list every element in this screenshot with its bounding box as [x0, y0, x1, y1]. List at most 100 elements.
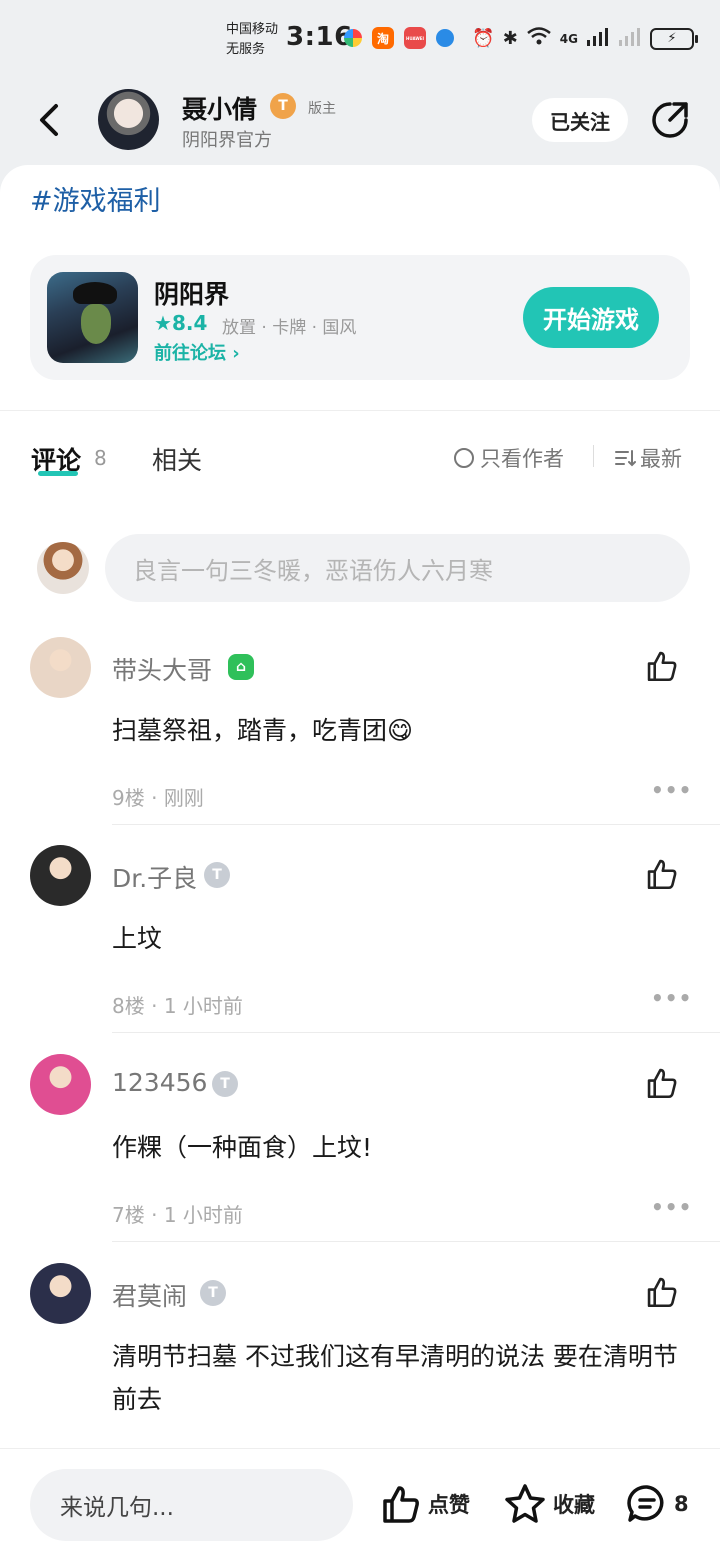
share-button[interactable] [650, 100, 690, 140]
comment-meta: 8楼 · 1 小时前 [112, 990, 243, 1019]
comment-like-button[interactable] [645, 1275, 679, 1309]
meta-separator: · [151, 994, 158, 1018]
carrier-info: 中国移动 无服务 [226, 20, 278, 60]
floor-number: 8楼 [112, 994, 145, 1018]
status-bar: 中国移动 无服务 3:16 淘 HUAWEI ⏰ ✱ 4G ⚡ [0, 0, 720, 80]
commenter-avatar[interactable] [30, 845, 91, 906]
meta-separator: · [151, 1203, 158, 1227]
forum-link-label: 前往论坛 [154, 343, 226, 364]
comments-button[interactable]: 8 [626, 1483, 689, 1525]
radio-circle-icon [454, 448, 474, 468]
bluetooth-icon: ✱ [502, 28, 518, 49]
floor-number: 9楼 [112, 786, 145, 810]
only-author-label: 只看作者 [480, 447, 564, 471]
huawei-app-icon: HUAWEI [404, 27, 426, 49]
thumbs-up-icon [383, 1486, 419, 1523]
thumbs-up-icon [647, 651, 677, 682]
author-avatar[interactable] [98, 89, 159, 150]
game-card[interactable]: 阴阳界 ★8.4 放置 · 卡牌 · 国风 前往论坛 › 开始游戏 [30, 255, 690, 380]
comment-time: 1 小时前 [163, 994, 243, 1018]
my-avatar [37, 542, 89, 594]
author-name[interactable]: 聂小倩 [182, 90, 257, 126]
signal-empty-icon [618, 26, 642, 51]
back-button[interactable] [30, 100, 70, 140]
game-icon [47, 272, 138, 363]
comment-body: 扫墓祭祖，踏青，吃青团 [112, 716, 388, 745]
alarm-icon: ⏰ [472, 28, 495, 49]
floor-number: 7楼 [112, 1203, 145, 1227]
level-badge: T [270, 93, 296, 119]
thumbs-up-icon [647, 1068, 677, 1099]
bottom-bar: 来说几句... 点赞 收藏 8 [0, 1448, 720, 1559]
more-options-button[interactable]: ••• [651, 778, 692, 802]
taobao-icon: 淘 [372, 27, 394, 49]
play-game-button[interactable]: 开始游戏 [523, 287, 659, 348]
commenter-name[interactable]: Dr.子良 [112, 859, 197, 895]
section-divider [0, 410, 720, 411]
notification-icons: 淘 HUAWEI [344, 27, 454, 49]
comment-divider [112, 1241, 720, 1242]
chevron-left-icon [40, 104, 58, 136]
comment-meta: 7楼 · 1 小时前 [112, 1199, 243, 1228]
comment-like-button[interactable] [645, 857, 679, 891]
battery-icon: ⚡ [650, 27, 698, 50]
comment-item: Dr.子良 T 上坟 8楼 · 1 小时前 ••• [0, 845, 720, 1055]
filter-divider [593, 445, 594, 467]
post-header: 聂小倩 T 版主 阴阳界官方 已关注 [0, 80, 720, 165]
commenter-avatar[interactable] [30, 1263, 91, 1324]
comment-input[interactable]: 良言一句三冬暖，恶语伤人六月寒 [105, 534, 690, 602]
status-time: 3:16 [286, 22, 353, 52]
favorite-label: 收藏 [553, 1493, 595, 1517]
comment-like-button[interactable] [645, 649, 679, 683]
comment-body: 作粿（一种面食）上坟! [112, 1133, 373, 1162]
chevron-right-icon: › [232, 343, 240, 364]
level-badge: T [212, 1071, 238, 1097]
meta-separator: · [151, 786, 158, 810]
follow-button[interactable]: 已关注 [532, 98, 628, 142]
emoji-sticker: 😋 [387, 716, 414, 745]
comment-text: 清明节扫墓 不过我们这有早清明的说法 要在清明节前去 [112, 1335, 697, 1421]
comment-time: 1 小时前 [163, 1203, 243, 1227]
sort-button[interactable]: 最新 [614, 443, 682, 473]
wifi-icon [526, 26, 552, 51]
moderator-tag: 版主 [308, 101, 336, 117]
comment-body: 上坟 [112, 924, 163, 953]
comment-item: 君莫闹 T 清明节扫墓 不过我们这有早清明的说法 要在清明节前去 6楼 · 1 … [0, 1263, 720, 1479]
comment-item: 123456 T 作粿（一种面食）上坟! 7楼 · 1 小时前 ••• [0, 1054, 720, 1264]
comment-count: 8 [94, 446, 107, 470]
like-label: 点赞 [428, 1493, 470, 1517]
commenter-name[interactable]: 带头大哥 [112, 651, 212, 687]
post-hashtag[interactable]: #游戏福利 [30, 179, 161, 218]
favorite-button[interactable]: 收藏 [503, 1483, 595, 1525]
commenter-name[interactable]: 123456 [112, 1068, 207, 1097]
comment-body: 清明节扫墓 不过我们这有早清明的说法 要在清明节前去 [112, 1342, 678, 1414]
author-subtitle: 阴阳界官方 [182, 130, 272, 151]
thumbs-up-icon [647, 1277, 677, 1308]
system-icons: ⏰ ✱ 4G ⚡ [472, 26, 698, 51]
network-type: 4G [559, 31, 578, 46]
comment-item: 带头大哥 ⌂ 扫墓祭祖，踏青，吃青团😋 9楼 · 刚刚 ••• [0, 637, 720, 847]
commenter-avatar[interactable] [30, 637, 91, 698]
forum-link[interactable]: 前往论坛 › [154, 339, 240, 365]
comment-like-button[interactable] [645, 1066, 679, 1100]
comment-divider [112, 1032, 720, 1033]
reply-input[interactable]: 来说几句... [30, 1469, 353, 1541]
rating-value: 8.4 [171, 311, 208, 335]
tab-related[interactable]: 相关 [152, 441, 202, 477]
more-options-button[interactable]: ••• [651, 1195, 692, 1219]
more-options-button[interactable]: ••• [651, 986, 692, 1010]
signal-icon [586, 26, 610, 51]
comment-bubble-icon [627, 1485, 664, 1522]
comment-time: 刚刚 [163, 786, 204, 810]
like-button[interactable]: 点赞 [380, 1483, 470, 1525]
star-icon [505, 1484, 545, 1523]
commenter-name[interactable]: 君莫闹 [112, 1277, 187, 1313]
verified-badge-icon: ⌂ [228, 654, 254, 680]
comment-text: 上坟 [112, 917, 697, 960]
commenter-avatar[interactable] [30, 1054, 91, 1115]
comment-text: 作粿（一种面食）上坟! [112, 1126, 697, 1169]
sort-icon [615, 450, 636, 467]
only-author-toggle[interactable]: 只看作者 [454, 443, 564, 473]
browser-icon [436, 29, 454, 47]
game-rating: ★8.4 [154, 311, 208, 335]
